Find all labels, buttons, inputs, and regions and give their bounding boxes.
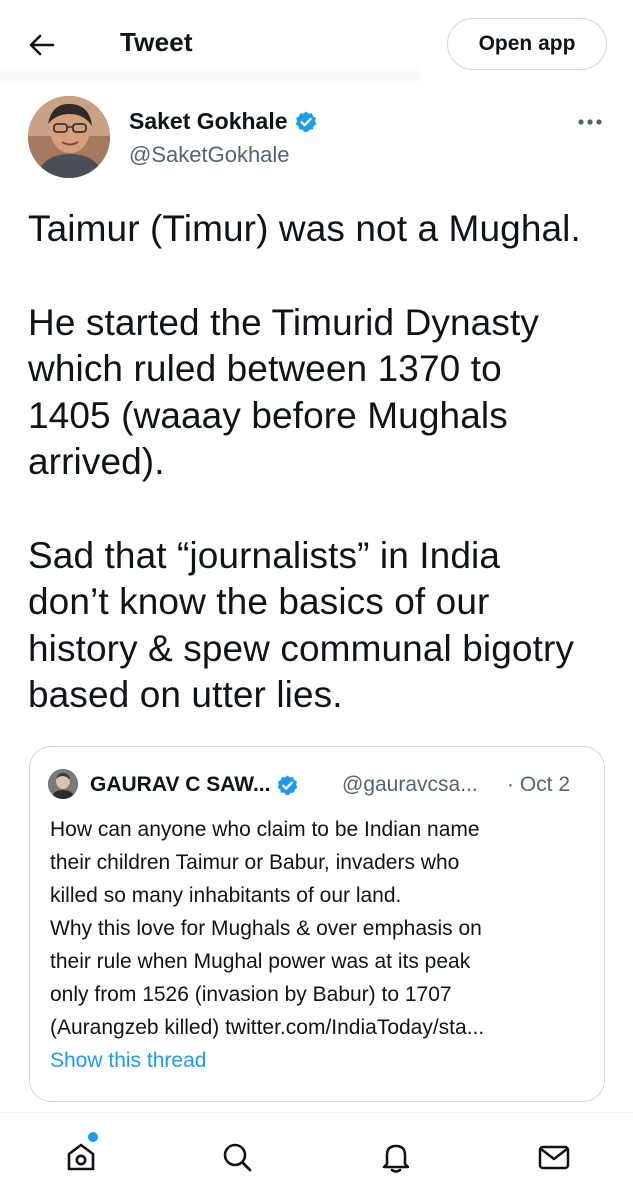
quote-author-handle: @gauravcsa...: [342, 773, 478, 796]
nav-notifications[interactable]: [372, 1133, 420, 1181]
quote-text: How can anyone who claim to be Indian na…: [50, 813, 590, 1044]
more-options-button[interactable]: [570, 110, 610, 134]
quote-author-name: GAURAV C SAW...: [90, 773, 299, 797]
tweet-line: Sad that “journalists” in India: [28, 534, 501, 576]
nav-messages[interactable]: [530, 1133, 578, 1181]
quote-line: their children Taimur or Babur, invaders…: [50, 851, 460, 874]
tweet-paragraph: He started the Timurid Dynasty which rul…: [28, 300, 618, 486]
tweet-text: Taimur (Timur) was not a Mughal. He star…: [28, 206, 618, 719]
verified-badge-icon: [294, 110, 318, 134]
nav-home[interactable]: [57, 1133, 105, 1181]
open-app-button[interactable]: Open app: [447, 18, 607, 70]
page-title: Tweet: [120, 27, 193, 57]
quote-author-name-text: GAURAV C SAW...: [90, 773, 271, 796]
author-name-text[interactable]: Saket Gokhale: [129, 108, 288, 135]
show-thread-link[interactable]: Show this thread: [50, 1049, 206, 1073]
author-handle[interactable]: @SaketGokhale: [129, 142, 290, 168]
verified-badge-icon: [276, 774, 299, 797]
quote-line: only from 1526 (invasion by Babur) to 17…: [50, 983, 452, 1006]
bottom-nav: [0, 1112, 633, 1200]
tweet-line: Taimur (Timur) was not a Mughal.: [28, 208, 581, 249]
search-icon: [223, 1143, 252, 1172]
tweet-paragraph: Sad that “journalists” in India don’t kn…: [28, 533, 618, 719]
quote-line: How can anyone who claim to be Indian na…: [50, 818, 480, 841]
quote-date: · Oct 2: [507, 773, 571, 796]
home-icon: [67, 1143, 95, 1171]
notification-dot: [88, 1132, 98, 1142]
messages-icon: [538, 1145, 570, 1170]
tweet-line: don’t know the basics of our: [28, 581, 490, 622]
header-divider: [0, 66, 420, 86]
notifications-icon: [382, 1144, 410, 1173]
quote-line: their rule when Mughal power was at its …: [50, 950, 471, 973]
author-name[interactable]: Saket Gokhale: [129, 108, 318, 135]
quote-line: (Aurangzeb killed) twitter.com/IndiaToda…: [50, 1016, 485, 1039]
nav-search[interactable]: [213, 1133, 261, 1181]
quote-line: killed so many inhabitants of our land.: [50, 884, 402, 907]
back-button[interactable]: [22, 28, 62, 62]
tweet-line: arrived).: [28, 441, 165, 482]
quote-author-avatar: [48, 769, 78, 799]
tweet-page: Tweet Open app Saket Gokhale @SaketGokha…: [0, 0, 633, 1200]
tweet-line: 1405 (waaay before Mughals: [28, 394, 508, 436]
tweet-paragraph: Taimur (Timur) was not a Mughal.: [28, 206, 618, 253]
quoted-tweet-card[interactable]: GAURAV C SAW... @gauravcsa... · Oct 2 Ho…: [29, 746, 605, 1102]
tweet-line: based on utter lies.: [28, 674, 343, 715]
more-horizontal-icon: [578, 119, 602, 125]
tweet-line: which ruled between 1370 to: [28, 348, 502, 389]
top-bar: Tweet Open app: [0, 0, 633, 90]
tweet-line: history & spew communal bigotry: [28, 627, 574, 669]
quote-line: Why this love for Mughals & over emphasi…: [50, 917, 482, 940]
tweet-line: He started the Timurid Dynasty: [28, 301, 539, 343]
arrow-left-icon: [29, 34, 55, 56]
author-avatar[interactable]: [28, 96, 110, 178]
